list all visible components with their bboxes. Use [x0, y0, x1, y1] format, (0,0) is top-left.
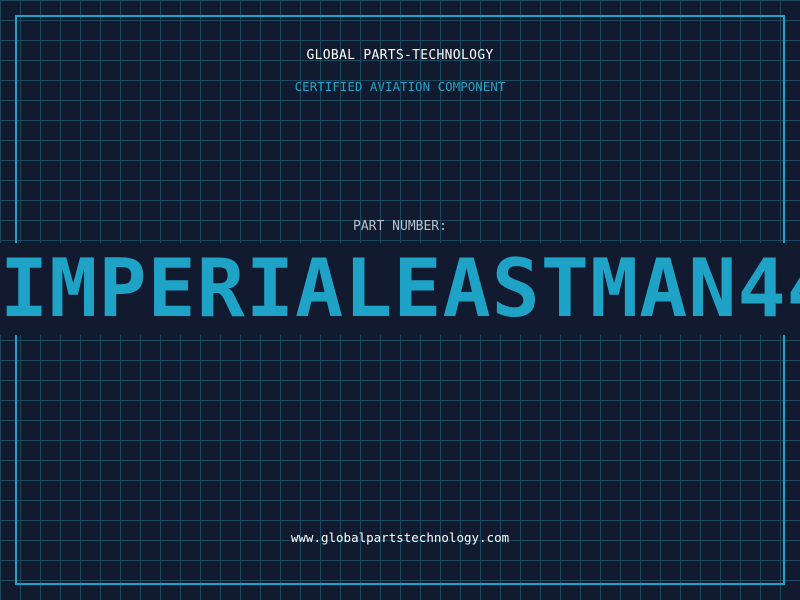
certificate-canvas: GLOBAL PARTS-TECHNOLOGY CERTIFIED AVIATI… — [0, 0, 800, 600]
part-number-label: PART NUMBER: — [353, 219, 447, 234]
part-number-band: IMPERIALEASTMAN44PAC — [0, 243, 800, 335]
certification-subtitle: CERTIFIED AVIATION COMPONENT — [294, 79, 506, 94]
part-number-value: IMPERIALEASTMAN44PAC — [0, 243, 800, 335]
company-name: GLOBAL PARTS-TECHNOLOGY — [306, 48, 494, 63]
website-url: www.globalpartstechnology.com — [290, 530, 510, 545]
